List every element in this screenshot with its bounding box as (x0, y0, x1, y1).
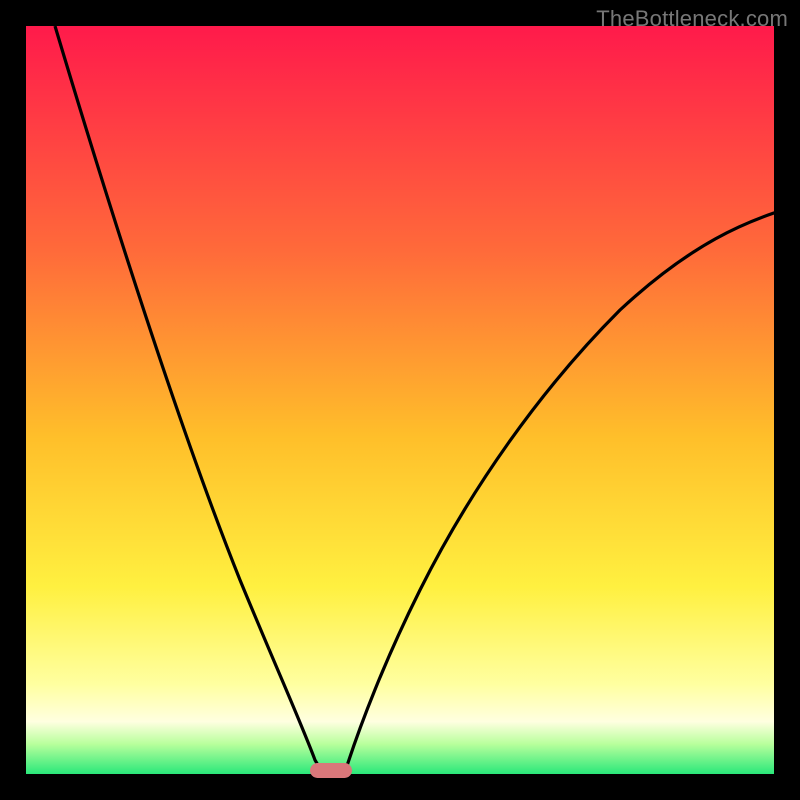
chart-svg (0, 0, 800, 800)
chart-background (26, 26, 774, 774)
optimal-marker (310, 763, 352, 778)
chart-container: TheBottleneck.com (0, 0, 800, 800)
watermark-text: TheBottleneck.com (596, 6, 788, 32)
